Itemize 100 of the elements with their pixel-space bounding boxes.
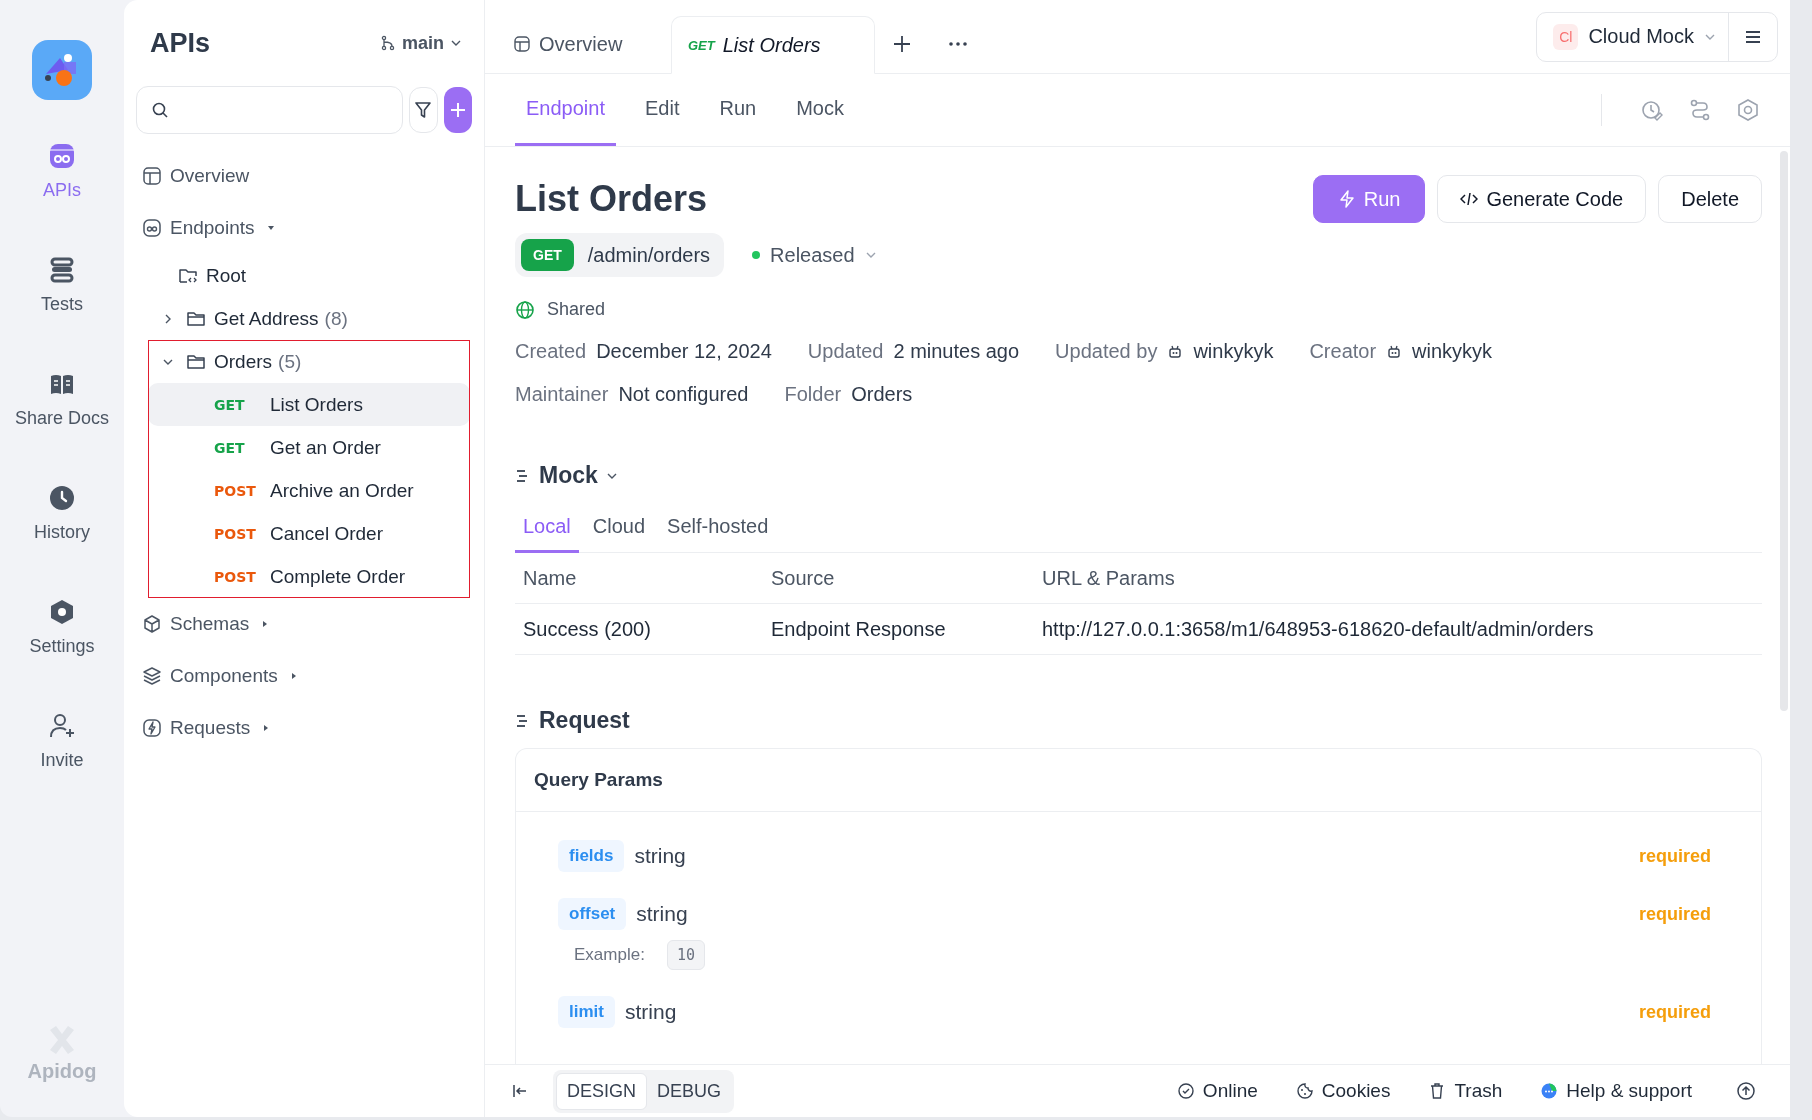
endpoint-row[interactable]: GET List Orders [148,383,470,426]
meta-label: Maintainer [515,383,609,406]
method-label: POST [214,482,257,499]
rail-item[interactable]: Share Docs [14,370,109,484]
cube-icon [142,614,162,634]
search-field[interactable] [136,86,403,134]
endpoint-row[interactable]: POST Archive an Order [148,469,470,512]
meta-label: Creator [1309,340,1377,363]
check-circle-icon [1176,1082,1195,1100]
param-type: string [636,902,688,926]
view-tab[interactable]: Edit [633,74,691,146]
action-button[interactable]: Delete [1658,175,1762,223]
rail-item[interactable]: Settings [29,598,95,712]
meta-value: December 12, 2024 [596,340,772,363]
mode-toggle[interactable]: DEBUG [647,1072,732,1110]
app-logo-icon[interactable] [32,40,92,100]
footer-link[interactable]: Online [1176,1080,1258,1102]
brand-name: Apidog [27,1060,97,1083]
action-button[interactable]: Run [1312,175,1426,223]
endpoint-row[interactable]: POST Cancel Order [148,512,470,555]
view-tab[interactable]: Run [708,74,768,146]
api-icon [48,142,76,170]
add-tab-icon[interactable] [891,33,913,55]
robot-avatar-icon [1167,343,1184,360]
layout-icon [513,35,531,53]
action-button[interactable]: Generate Code [1437,175,1647,223]
tree-item[interactable]: Overview [136,150,472,202]
column-header: Source [771,566,836,590]
chat-icon [1540,1082,1559,1100]
card-title: Query Params [534,769,663,791]
endpoint-name: List Orders [270,393,363,416]
api-icon [142,218,162,238]
meta-value: 2 minutes ago [893,340,1020,363]
clock-icon [48,484,76,512]
section-title: Request [539,707,630,734]
meta-value: winkykyk [1193,340,1274,363]
tree-item[interactable]: Requests [136,702,472,754]
meta-value: Not configured [618,383,749,406]
table-cell-text: Endpoint Response [771,617,947,641]
mode-toggle[interactable]: DESIGN [556,1072,647,1110]
column-header: URL & Params [1042,566,1175,590]
endpoint-name: Archive an Order [270,479,414,502]
meta-value: Orders [851,383,913,406]
tree-item[interactable]: Endpoints [136,202,472,254]
lightning-icon [1337,190,1356,208]
example-label: Example: [574,945,645,965]
endpoint-path: GET /admin/orders [515,233,725,277]
branch-icon [380,35,396,51]
method-label: GET [214,396,246,413]
endpoint-name: Get an Order [270,436,381,459]
document-tab[interactable]: Overview [499,15,671,73]
robot-avatar-icon [1386,343,1403,360]
sidebar-title: APIs [150,27,212,59]
cookie-icon [1295,1082,1314,1100]
collapse-icon[interactable] [511,1082,529,1100]
view-tab[interactable]: Endpoint [515,74,616,146]
clock-edit-icon[interactable] [1640,98,1664,122]
source-tab[interactable]: Self-hosted [659,505,777,553]
view-tab[interactable]: Mock [785,74,855,146]
endpoint-row[interactable]: POST Complete Order [148,555,470,598]
lightning-icon [142,718,162,738]
tree-item[interactable]: Schemas [136,598,472,650]
footer-link[interactable]: Trash [1428,1080,1503,1102]
visibility-label: Shared [547,299,606,320]
required-label: required [1638,845,1711,867]
document-tab[interactable]: GET List Orders [671,16,875,74]
param-type: string [624,1000,677,1024]
filter-button[interactable] [409,87,438,133]
section-title: Mock [539,462,598,489]
table-cell: http://127.0.0.1:3658/m1/648953-618620-default/admin/orders [1042,617,1594,641]
upload-icon[interactable] [1736,1081,1756,1101]
table-cell-text: Success (200) [523,617,652,641]
endpoint-name: Complete Order [270,565,406,588]
tree-item[interactable]: Get Address (8) [136,297,472,340]
tree-item[interactable]: Orders (5) [148,340,470,383]
rail-item[interactable]: Tests [41,256,83,370]
required-label: required [1638,903,1711,925]
branch-selector[interactable]: main [380,32,462,54]
source-tab[interactable]: Local [515,505,579,553]
layers-icon [142,666,162,686]
status-selector[interactable]: Released [752,243,877,267]
scrollbar[interactable] [1780,151,1788,711]
endpoint-row[interactable]: GET Get an Order [148,426,470,469]
method-label: POST [214,568,257,585]
add-button[interactable] [443,87,472,133]
footer-link[interactable]: Help & support [1540,1080,1692,1102]
meta-label: Folder [784,383,842,406]
source-tab[interactable]: Cloud [584,505,654,553]
settings-icon[interactable] [1736,98,1760,122]
example-value: 10 [666,940,705,970]
rail-item[interactable]: Invite [40,712,84,826]
meta-label: Updated by [1055,340,1158,363]
route-icon[interactable] [1688,98,1712,122]
param-name: fields [558,840,625,872]
search-icon [151,101,169,119]
tree-item[interactable]: Root [136,254,472,297]
footer-link[interactable]: Cookies [1295,1080,1391,1102]
rail-item[interactable]: History [34,484,90,598]
meta-value: winkykyk [1412,340,1493,363]
tree-item[interactable]: Components [136,650,472,702]
